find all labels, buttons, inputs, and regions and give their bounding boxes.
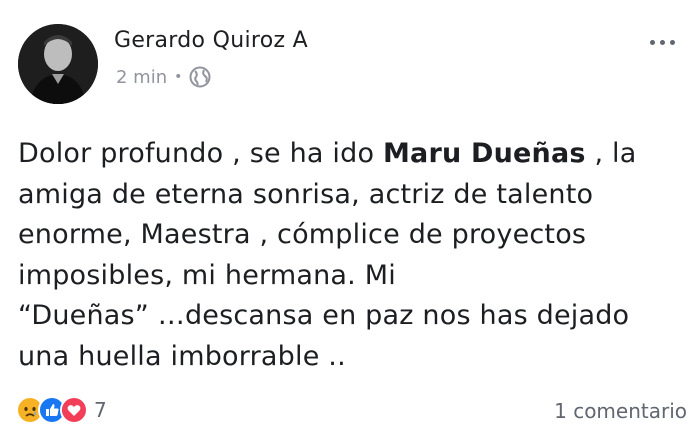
post-text-line: amiga de eterna sonrisa, actriz de talen… <box>18 178 594 210</box>
text-segment: , la <box>585 138 637 169</box>
comments-count-link[interactable]: 1 comentario <box>554 399 687 423</box>
post-timestamp[interactable]: 2 min <box>116 67 167 88</box>
more-options-button[interactable] <box>644 28 680 56</box>
post-text-line: Dolor profundo , se ha ido Maru Dueñas ,… <box>18 134 678 175</box>
meta-separator: • <box>174 69 183 85</box>
globe-icon[interactable] <box>189 66 211 88</box>
author-name[interactable]: Gerardo Quiroz A <box>114 28 308 53</box>
more-options-icon-dot <box>669 39 675 45</box>
reactions-summary[interactable]: 7 <box>16 396 107 424</box>
facebook-post: Gerardo Quiroz A 2 min • Dolor profundo … <box>0 0 699 447</box>
reaction-count[interactable]: 7 <box>94 398 107 422</box>
text-segment: Dolor profundo , se ha ido <box>18 138 383 169</box>
post-text-line: “Dueñas” …descansa en paz nos has dejado <box>18 300 630 331</box>
love-reaction-icon <box>60 396 88 424</box>
post-text-line: enorme, Maestra , cómplice de proyectos <box>18 219 587 250</box>
more-options-icon <box>649 39 655 45</box>
tagged-person-link[interactable]: Maru Dueñas <box>383 138 586 169</box>
post-body: Dolor profundo , se ha ido Maru Dueñas ,… <box>18 134 678 377</box>
post-text-line: una huella imborrable .. <box>18 340 346 372</box>
post-text-line: imposibles, mi hermana. Mi <box>18 259 396 291</box>
more-options-icon-dot <box>659 39 665 45</box>
post-meta: 2 min • <box>116 66 211 88</box>
author-avatar[interactable] <box>18 24 98 104</box>
avatar-photo <box>18 24 98 104</box>
